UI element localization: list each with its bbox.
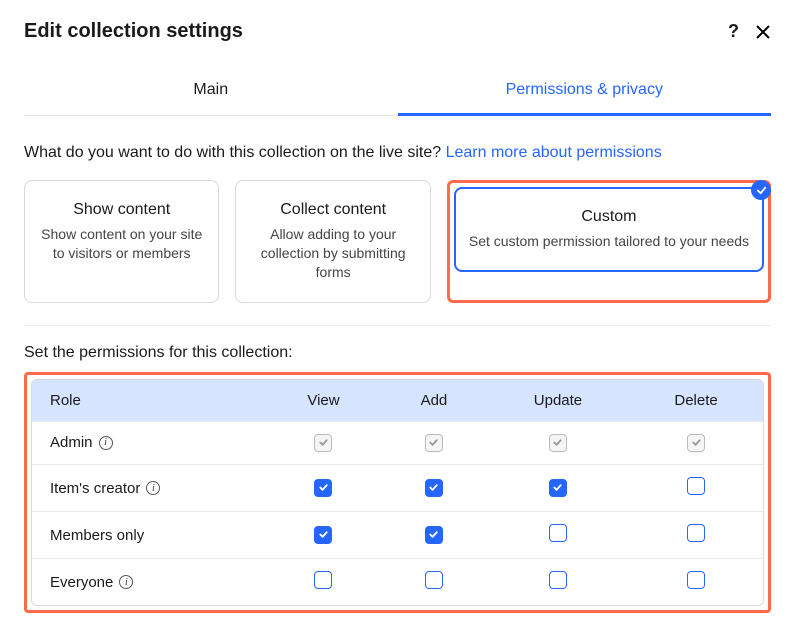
col-add: Add bbox=[381, 380, 487, 421]
perm-delete-checkbox bbox=[687, 434, 705, 452]
perm-delete-checkbox[interactable] bbox=[687, 571, 705, 589]
card-desc: Allow adding to your collection by submi… bbox=[250, 225, 415, 282]
card-desc: Show content on your site to visitors or… bbox=[39, 225, 204, 263]
info-icon[interactable]: i bbox=[146, 481, 160, 495]
perm-update-checkbox[interactable] bbox=[549, 571, 567, 589]
role-label: Everyone bbox=[50, 574, 113, 591]
info-icon[interactable]: i bbox=[119, 575, 133, 589]
role-label: Admin bbox=[50, 434, 93, 451]
col-update: Update bbox=[487, 380, 629, 421]
role-label: Item's creator bbox=[50, 480, 140, 497]
table-row: Admini bbox=[32, 421, 763, 465]
role-cell: Everyone i bbox=[50, 574, 133, 591]
dialog: Edit collection settings ? Main Permissi… bbox=[0, 0, 795, 633]
card-title: Collect content bbox=[250, 201, 415, 219]
perm-view-checkbox bbox=[314, 434, 332, 452]
table-row: Item's creator i bbox=[32, 464, 763, 511]
perm-add-checkbox[interactable] bbox=[425, 571, 443, 589]
card-custom[interactable]: Custom Set custom permission tailored to… bbox=[454, 187, 764, 272]
perm-view-checkbox[interactable] bbox=[314, 479, 332, 497]
intro-text: What do you want to do with this collect… bbox=[24, 144, 771, 162]
highlight-permissions-table: Role View Add Update Delete AdminiItem's… bbox=[24, 372, 771, 614]
role-label: Members only bbox=[50, 527, 144, 544]
card-desc: Set custom permission tailored to your n… bbox=[469, 232, 749, 251]
perm-update-checkbox bbox=[549, 434, 567, 452]
col-role: Role bbox=[32, 380, 266, 421]
intro-question: What do you want to do with this collect… bbox=[24, 144, 441, 161]
table-row: Members only bbox=[32, 511, 763, 558]
table-row: Everyone i bbox=[32, 558, 763, 605]
card-show-content[interactable]: Show content Show content on your site t… bbox=[24, 180, 219, 303]
card-collect-content[interactable]: Collect content Allow adding to your col… bbox=[235, 180, 430, 303]
perm-add-checkbox[interactable] bbox=[425, 479, 443, 497]
tab-main[interactable]: Main bbox=[24, 67, 398, 115]
role-cell: Admini bbox=[50, 434, 113, 451]
perm-add-checkbox bbox=[425, 434, 443, 452]
close-icon[interactable] bbox=[755, 24, 771, 40]
header-actions: ? bbox=[728, 21, 771, 42]
mode-cards: Show content Show content on your site t… bbox=[24, 180, 771, 326]
perm-view-checkbox[interactable] bbox=[314, 571, 332, 589]
card-title: Custom bbox=[469, 208, 749, 226]
col-view: View bbox=[266, 380, 381, 421]
col-delete: Delete bbox=[629, 380, 763, 421]
dialog-title: Edit collection settings bbox=[24, 20, 243, 43]
perm-add-checkbox[interactable] bbox=[425, 526, 443, 544]
role-cell: Item's creator i bbox=[50, 480, 160, 497]
perm-delete-checkbox[interactable] bbox=[687, 477, 705, 495]
perm-view-checkbox[interactable] bbox=[314, 526, 332, 544]
permissions-table: Role View Add Update Delete AdminiItem's… bbox=[31, 379, 764, 607]
tabs: Main Permissions & privacy bbox=[24, 67, 771, 116]
dialog-header: Edit collection settings ? bbox=[24, 20, 771, 43]
selected-check-icon bbox=[751, 180, 771, 200]
highlight-custom: Custom Set custom permission tailored to… bbox=[447, 180, 771, 303]
card-title: Show content bbox=[39, 201, 204, 219]
table-header-row: Role View Add Update Delete bbox=[32, 380, 763, 421]
info-icon[interactable]: i bbox=[99, 436, 113, 450]
tab-permissions[interactable]: Permissions & privacy bbox=[398, 67, 772, 116]
perm-update-checkbox[interactable] bbox=[549, 479, 567, 497]
learn-more-link[interactable]: Learn more about permissions bbox=[446, 144, 662, 161]
perm-update-checkbox[interactable] bbox=[549, 524, 567, 542]
role-cell: Members only bbox=[50, 527, 144, 544]
permissions-section-label: Set the permissions for this collection: bbox=[24, 344, 771, 362]
help-icon[interactable]: ? bbox=[728, 21, 739, 42]
perm-delete-checkbox[interactable] bbox=[687, 524, 705, 542]
